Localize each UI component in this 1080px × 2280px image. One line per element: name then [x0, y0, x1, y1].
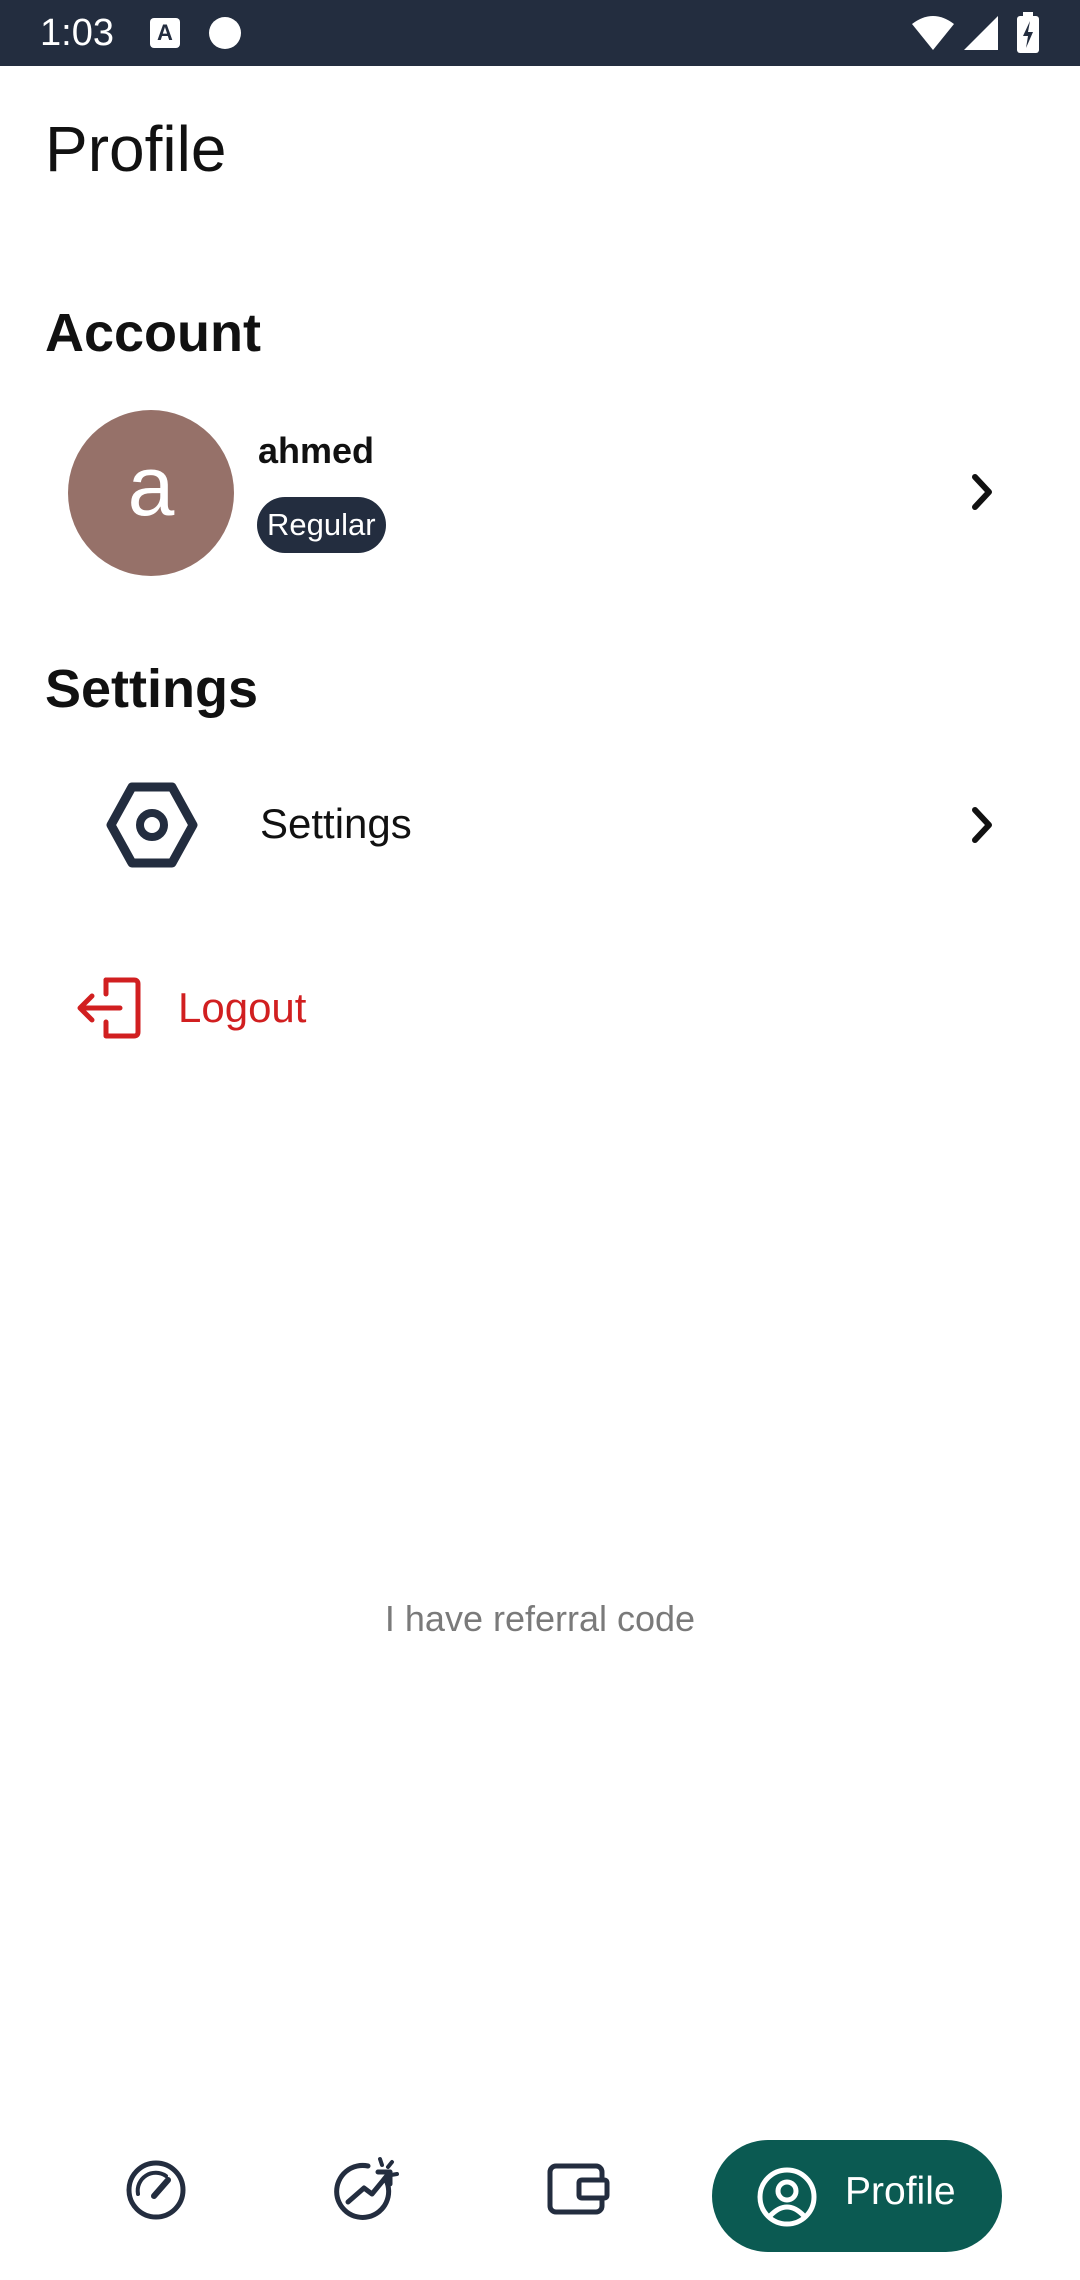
account-section-title: Account: [45, 303, 261, 363]
user-tier-badge: Regular: [257, 497, 386, 553]
user-name: ahmed: [258, 430, 375, 471]
user-circle-icon: [757, 2167, 817, 2227]
settings-section-title: Settings: [45, 659, 259, 719]
wifi-icon: [912, 16, 954, 50]
settings-item[interactable]: Settings: [44, 760, 1036, 890]
logout-icon: [77, 977, 141, 1039]
logout-button[interactable]: Logout: [60, 960, 480, 1060]
speedometer-icon[interactable]: [124, 2158, 188, 2222]
battery-charging-icon: [1017, 12, 1039, 53]
avatar: a: [68, 410, 234, 576]
nav-profile-label: Profile: [845, 2170, 956, 2213]
growth-chart-icon[interactable]: [334, 2154, 402, 2222]
status-time: 1:03: [40, 12, 114, 54]
logout-label: Logout: [178, 984, 307, 1031]
settings-item-label: Settings: [260, 800, 412, 847]
referral-code-link[interactable]: I have referral code: [0, 1598, 1080, 1640]
nav-profile-tab[interactable]: Profile: [712, 2140, 1002, 2252]
hexagon-gear-icon: [106, 782, 198, 868]
chevron-right-icon: [972, 474, 992, 510]
signal-icon: [964, 16, 998, 50]
wallet-icon[interactable]: [546, 2158, 610, 2218]
account-row[interactable]: a ahmed Regular: [44, 400, 1036, 590]
circle-icon: [209, 17, 241, 49]
chevron-right-icon: [972, 807, 992, 843]
a-letter-icon: A: [150, 18, 180, 48]
status-bar: 1:03 A: [0, 0, 1080, 66]
bottom-nav: Profile: [0, 2120, 1080, 2280]
page-title: Profile: [45, 113, 227, 185]
